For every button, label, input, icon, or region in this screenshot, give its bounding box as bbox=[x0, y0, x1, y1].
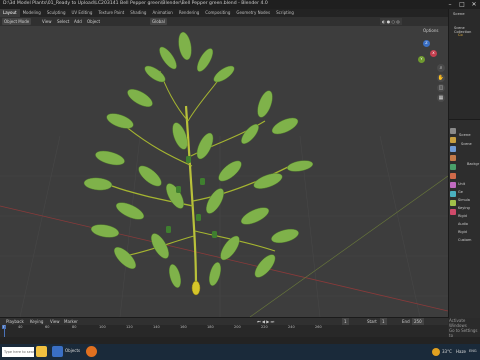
properties-section: Scene bbox=[461, 142, 472, 146]
properties-header: Scene bbox=[459, 132, 471, 137]
gizmo-x-axis[interactable]: X bbox=[430, 50, 437, 57]
object-tab-icon[interactable] bbox=[450, 173, 456, 179]
pan-hand-icon[interactable]: ✋ bbox=[437, 74, 445, 82]
orientation-dropdown[interactable]: Global bbox=[150, 18, 167, 25]
physics-tab-icon[interactable] bbox=[450, 191, 456, 197]
weather-label: Haze bbox=[456, 349, 467, 354]
taskbar-objects-label[interactable]: Objects bbox=[65, 348, 80, 353]
tab-sculpting[interactable]: Sculpting bbox=[44, 9, 69, 17]
world-tab-icon[interactable] bbox=[450, 164, 456, 170]
tab-uv-editing[interactable]: UV Editing bbox=[69, 9, 96, 17]
menu-object[interactable]: Object bbox=[85, 18, 102, 25]
end-label: End bbox=[402, 319, 410, 324]
start-frame-field[interactable]: 1 bbox=[380, 318, 387, 325]
activate-windows-notice: Activate Windows Go to Settings to bbox=[449, 318, 480, 338]
timeline-tick: 200 bbox=[234, 325, 241, 329]
scene-tab-icon[interactable] bbox=[450, 155, 456, 161]
timeline-tick: 140 bbox=[153, 325, 160, 329]
zoom-icon[interactable]: ⌕ bbox=[437, 64, 445, 72]
tab-rendering[interactable]: Rendering bbox=[176, 9, 202, 17]
timeline-tick: 120 bbox=[126, 325, 133, 329]
file-explorer-icon[interactable] bbox=[36, 346, 47, 357]
timeline-tick: 180 bbox=[207, 325, 214, 329]
timeline-menu-playback[interactable]: Playback bbox=[4, 318, 26, 325]
camera-icon[interactable]: ◫ bbox=[437, 84, 445, 92]
menu-view[interactable]: View bbox=[40, 18, 54, 25]
title-bar: D:\3d Model Plants\01_Ready to Upload\LC… bbox=[0, 0, 480, 9]
properties-row-gravity[interactable]: Ge bbox=[458, 190, 463, 194]
end-frame-field[interactable]: 250 bbox=[412, 318, 424, 325]
minimize-button[interactable]: – bbox=[444, 0, 456, 9]
outliner-item[interactable]: Co bbox=[458, 33, 463, 37]
bell-pepper-plant bbox=[83, 31, 314, 296]
edge-browser-icon[interactable] bbox=[52, 346, 63, 357]
modifier-tab-icon[interactable] bbox=[450, 182, 456, 188]
properties-row-rigid-2[interactable]: Rigid bbox=[458, 230, 467, 234]
menu-add[interactable]: Add bbox=[72, 18, 84, 25]
tab-compositing[interactable]: Compositing bbox=[202, 9, 233, 17]
status-bar bbox=[0, 337, 480, 344]
timeline-tick: 80 bbox=[72, 325, 77, 329]
language-indicator[interactable]: ENG bbox=[469, 349, 477, 353]
weather-icon bbox=[432, 348, 440, 356]
playback-controls[interactable]: ⏮ ◀ ▶ ⏭ bbox=[255, 318, 276, 325]
timeline-tick: 60 bbox=[45, 325, 50, 329]
viewport-canvas bbox=[0, 31, 448, 317]
window-title: D:\3d Model Plants\01_Ready to Upload\LC… bbox=[3, 1, 268, 6]
properties-row-audio[interactable]: Audio bbox=[458, 222, 468, 226]
options-button[interactable]: Options bbox=[423, 28, 438, 33]
tab-modeling[interactable]: Modeling bbox=[20, 9, 44, 17]
close-button[interactable]: ✕ bbox=[468, 0, 480, 9]
mode-dropdown[interactable]: Object Mode bbox=[2, 18, 32, 25]
workspace-tab-bar: Layout Modeling Sculpting UV Editing Texture… bbox=[0, 9, 448, 17]
properties-row-rigid[interactable]: Rigid bbox=[458, 214, 467, 218]
outliner-panel: Scene Scene Collection Co bbox=[448, 9, 480, 119]
tab-shading[interactable]: Shading bbox=[127, 9, 149, 17]
tab-scripting[interactable]: Scripting bbox=[273, 9, 297, 17]
timeline-menu-keying[interactable]: Keying bbox=[28, 318, 45, 325]
taskbar-search-box[interactable]: Type here to search bbox=[2, 347, 34, 357]
3d-viewport[interactable]: X Y Z Options ⌕ ✋ ◫ ▦ bbox=[0, 26, 448, 317]
tool-tab-icon[interactable] bbox=[450, 128, 456, 134]
timeline-tick: 260 bbox=[315, 325, 322, 329]
gizmo-z-axis[interactable]: Z bbox=[423, 40, 430, 47]
timeline-tick: 240 bbox=[288, 325, 295, 329]
properties-row-unit[interactable]: Unit bbox=[458, 182, 465, 186]
shading-modes[interactable]: ◐ ● ○ ◎ bbox=[380, 18, 402, 25]
tab-geometry-nodes[interactable]: Geometry Nodes bbox=[233, 9, 273, 17]
background-label: Backgr bbox=[467, 162, 480, 166]
properties-row-keying[interactable]: Keying bbox=[458, 206, 470, 210]
floor-grid bbox=[0, 135, 448, 317]
activate-line-1: Activate Windows bbox=[449, 318, 467, 328]
tab-texture-paint[interactable]: Texture Paint bbox=[95, 9, 127, 17]
timeline-tick: 160 bbox=[180, 325, 187, 329]
gizmo-y-axis[interactable]: Y bbox=[418, 56, 425, 63]
constraint-tab-icon[interactable] bbox=[450, 200, 456, 206]
menu-select[interactable]: Select bbox=[55, 18, 71, 25]
maximize-button[interactable]: □ bbox=[456, 0, 468, 9]
data-tab-icon[interactable] bbox=[450, 209, 456, 215]
timeline-tick: 40 bbox=[18, 325, 23, 329]
output-tab-icon[interactable] bbox=[450, 146, 456, 152]
render-tab-icon[interactable] bbox=[450, 137, 456, 143]
blender-icon[interactable] bbox=[86, 346, 97, 357]
temperature-label: 33°C bbox=[442, 349, 452, 354]
outliner-title: Scene bbox=[453, 11, 465, 16]
timeline-tick: 220 bbox=[261, 325, 268, 329]
tab-animation[interactable]: Animation bbox=[149, 9, 175, 17]
grid-view-icon[interactable]: ▦ bbox=[437, 94, 445, 102]
timeline-menu-marker[interactable]: Marker bbox=[62, 318, 80, 325]
properties-row-custom[interactable]: Custom bbox=[458, 238, 471, 242]
tab-layout[interactable]: Layout bbox=[0, 9, 20, 17]
timeline-menu-view[interactable]: View bbox=[48, 318, 62, 325]
start-label: Start bbox=[367, 319, 377, 324]
properties-row-simulation[interactable]: Simula bbox=[458, 198, 470, 202]
current-frame-field[interactable]: 1 bbox=[342, 318, 349, 325]
timeline-tick: 100 bbox=[99, 325, 106, 329]
